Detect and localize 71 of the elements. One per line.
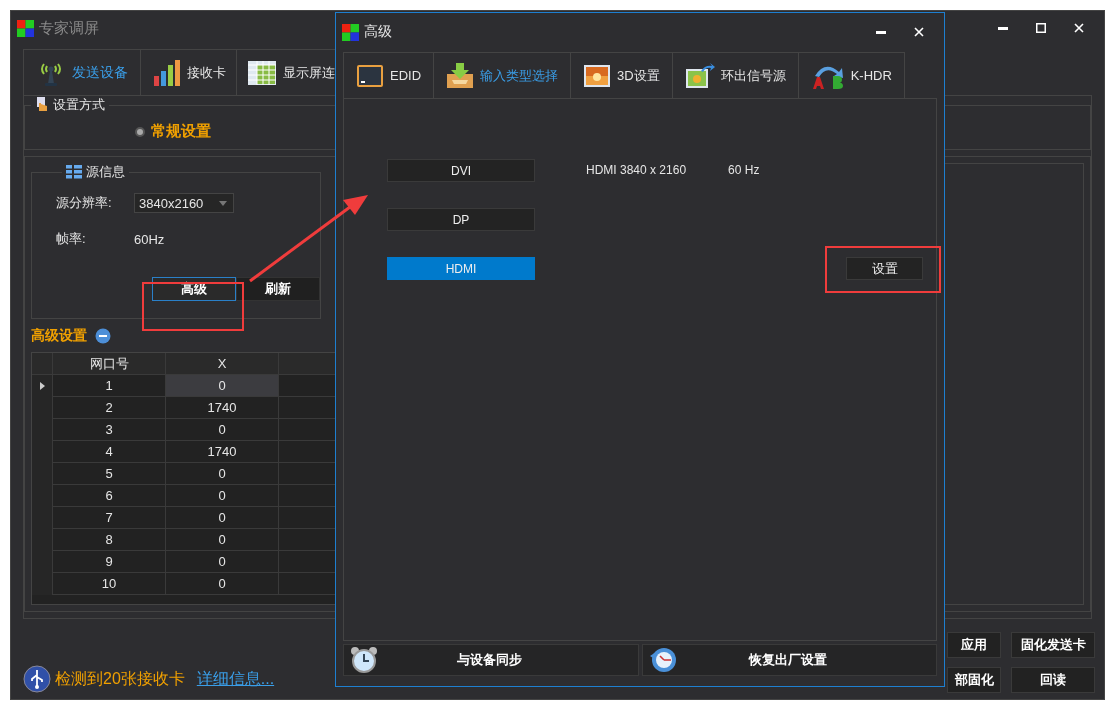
refresh-rate: 60 Hz — [728, 163, 760, 177]
input-type-option[interactable]: DP — [387, 208, 535, 231]
photo-arrow-icon — [684, 62, 715, 89]
table-cell: 0 — [166, 485, 279, 508]
tab[interactable]: EDID — [343, 52, 435, 98]
group-title: 源信息 — [86, 163, 125, 181]
dialog-title: 高级 — [364, 23, 392, 41]
monitor-icon — [356, 63, 384, 88]
collapse-icon[interactable] — [95, 327, 111, 344]
restore-clock-icon — [648, 646, 677, 674]
action-button[interactable]: 固化发送卡 — [1011, 632, 1095, 658]
column-header: X — [166, 353, 279, 376]
footer-button[interactable]: 与设备同步 — [343, 644, 639, 676]
section-title: 高级设置 — [31, 326, 87, 345]
row-header[interactable] — [32, 375, 53, 398]
table-cell: 0 — [166, 507, 279, 530]
table-cell: 10 — [53, 573, 166, 596]
maximize-icon — [1036, 23, 1046, 33]
hand-icon — [35, 97, 49, 113]
frame-rate-value: 60Hz — [134, 231, 165, 247]
alarm-clock-icon — [350, 646, 378, 674]
table-cell: 0 — [166, 529, 279, 552]
field-label: 帧率: — [56, 230, 87, 248]
table-cell: 3 — [53, 419, 166, 442]
usb-icon — [23, 665, 51, 693]
resolution-dropdown[interactable]: 3840x2160 — [134, 193, 234, 213]
footer-button[interactable]: 恢复出厂设置 — [641, 644, 937, 676]
table-cell: 0 — [166, 463, 279, 486]
app-logo-icon — [342, 23, 359, 41]
app-logo-icon — [17, 19, 34, 37]
action-button[interactable]: 应用 — [947, 632, 1001, 658]
source-button[interactable]: 刷新 — [236, 277, 320, 301]
table-cell: 0 — [166, 551, 279, 574]
close-icon — [1074, 23, 1084, 33]
details-link[interactable]: 详细信息... — [196, 668, 275, 690]
row-pointer-icon — [39, 382, 45, 391]
action-button[interactable]: 回读 — [1011, 667, 1095, 693]
table-cell: 5 — [53, 463, 166, 486]
group-title: 设置方式 — [53, 96, 105, 114]
sunset-icon — [583, 63, 612, 88]
column-header: 网口号 — [53, 353, 166, 376]
inbox-download-icon — [446, 62, 475, 89]
action-button[interactable]: 部固化 — [947, 667, 1001, 693]
status-message: 检测到20张接收卡 — [55, 668, 185, 689]
minimize-icon — [876, 30, 886, 34]
input-type-option[interactable]: HDMI — [387, 257, 535, 280]
settings-button[interactable]: 设置 — [846, 257, 923, 280]
radio-button[interactable] — [135, 126, 145, 137]
radio-label[interactable]: 常规设置 — [151, 122, 211, 141]
table-cell: 4 — [53, 441, 166, 464]
minimize-icon — [998, 26, 1008, 30]
field-label: 源分辨率: — [56, 194, 113, 212]
close-icon — [914, 27, 924, 37]
table-cell: 1740 — [166, 397, 279, 420]
tab[interactable]: 发送设备 — [23, 49, 141, 95]
dropdown-arrow-icon — [219, 200, 227, 206]
table-cell: 8 — [53, 529, 166, 552]
table-cell: 0 — [166, 573, 279, 596]
window-title: 专家调屏 — [39, 18, 99, 38]
table-cell: 9 — [53, 551, 166, 574]
table-cell: 6 — [53, 485, 166, 508]
table-cell: 7 — [53, 507, 166, 530]
table-cell: 2 — [53, 397, 166, 420]
table-cell: 0 — [166, 419, 279, 442]
input-type-option[interactable]: DVI — [387, 159, 535, 182]
bar-chart-icon — [151, 57, 181, 88]
list-icon — [66, 165, 82, 179]
table-cell: 0 — [166, 375, 279, 398]
signal-info: HDMI 3840 x 2160 — [586, 163, 687, 177]
table-cell: 1740 — [166, 441, 279, 464]
tab[interactable]: K-HDR — [797, 52, 905, 98]
